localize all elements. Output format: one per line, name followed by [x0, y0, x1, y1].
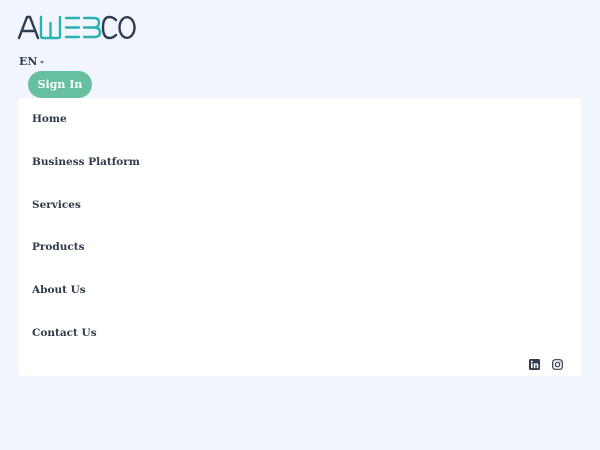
nav-item-about-us[interactable]: About Us [32, 284, 86, 296]
page: EN Sign In Home Business Platform Servic… [0, 0, 600, 450]
nav-item-products[interactable]: Products [32, 241, 85, 253]
caret-down-icon [40, 60, 45, 64]
nav-item-services[interactable]: Services [32, 199, 81, 211]
nav-item-home[interactable]: Home [32, 113, 67, 125]
instagram-icon[interactable] [551, 358, 563, 370]
awebco-logo-icon [18, 15, 136, 40]
linkedin-icon[interactable] [528, 358, 540, 370]
sign-in-button[interactable]: Sign In [28, 71, 92, 98]
nav-menu: Home Business Platform Services Products… [18, 98, 581, 376]
nav-item-business-platform[interactable]: Business Platform [32, 156, 140, 168]
nav-item-contact-us[interactable]: Contact Us [32, 327, 97, 339]
awebco-logo[interactable] [18, 13, 136, 41]
language-selector[interactable]: EN [19, 55, 45, 68]
language-label: EN [19, 55, 38, 68]
